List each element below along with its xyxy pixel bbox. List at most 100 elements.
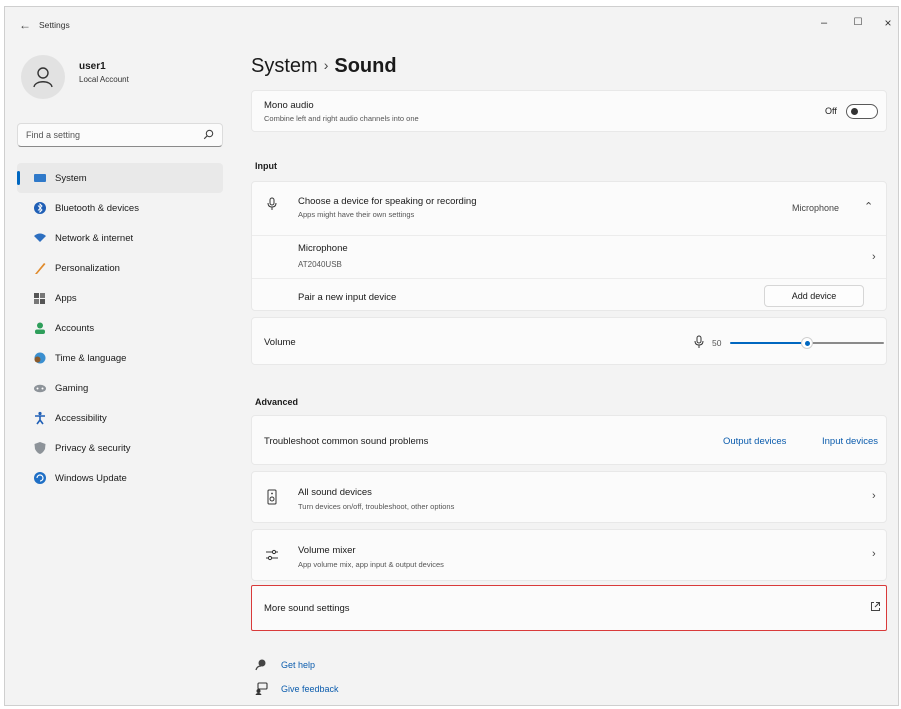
chevron-up-icon[interactable]: ⌃ — [864, 200, 873, 213]
title-bar: ← Settings – ☐ × — [5, 7, 898, 41]
page-title: System › Sound — [251, 55, 397, 78]
chevron-right-icon[interactable]: › — [872, 548, 876, 560]
input-device-name[interactable]: Microphone — [298, 243, 348, 254]
sidebar-item-network[interactable]: Network & internet — [17, 223, 223, 253]
sidebar-item-time-language[interactable]: Time & language — [17, 343, 223, 373]
speaker-device-icon — [267, 489, 277, 505]
breadcrumb-current: Sound — [334, 55, 397, 77]
sidebar-item-personalization[interactable]: Personalization — [17, 253, 223, 283]
volume-value: 50 — [712, 338, 722, 348]
app-title: Settings — [39, 20, 70, 30]
maximize-button[interactable]: ☐ — [844, 13, 872, 33]
selected-input-device[interactable]: Microphone — [792, 203, 839, 213]
close-button[interactable]: × — [874, 13, 898, 33]
input-device-card: Choose a device for speaking or recordin… — [251, 181, 887, 311]
give-feedback-label: Give feedback — [281, 684, 339, 694]
microphone-icon — [267, 197, 277, 210]
troubleshoot-label: Troubleshoot common sound problems — [264, 436, 429, 447]
settings-window: ← Settings – ☐ × user1 Local Account Fin… — [4, 6, 899, 706]
chevron-right-icon[interactable]: › — [872, 490, 876, 502]
sidebar-item-privacy[interactable]: Privacy & security — [17, 433, 223, 463]
sidebar-item-label: Accessibility — [55, 413, 107, 424]
external-link-icon — [871, 602, 880, 611]
person-icon — [33, 67, 53, 88]
gamepad-icon — [34, 384, 46, 393]
update-icon — [34, 472, 46, 484]
sidebar-item-system[interactable]: System — [17, 163, 223, 193]
help-person-icon — [255, 659, 266, 671]
minimize-button[interactable]: – — [810, 13, 838, 33]
get-help-label: Get help — [281, 660, 316, 670]
accessibility-icon — [35, 411, 45, 425]
bluetooth-icon — [34, 202, 46, 214]
microphone-icon[interactable] — [694, 335, 704, 349]
sidebar-item-label: System — [55, 173, 87, 184]
troubleshoot-card: Troubleshoot common sound problems Outpu… — [251, 415, 887, 465]
active-indicator — [17, 171, 20, 185]
apps-icon — [34, 293, 45, 304]
all-sound-devices-card[interactable]: All sound devices Turn devices on/off, t… — [251, 471, 887, 523]
accounts-icon — [35, 322, 45, 334]
all-devices-subtitle: Turn devices on/off, troubleshoot, other… — [298, 502, 455, 511]
back-arrow-icon[interactable]: ← — [19, 18, 31, 32]
mono-audio-toggle[interactable] — [846, 104, 878, 119]
input-volume-card: Volume 50 — [251, 317, 887, 365]
sidebar-item-label: Network & internet — [55, 233, 134, 244]
toggle-state-label: Off — [825, 106, 837, 116]
sidebar-item-accounts[interactable]: Accounts — [17, 313, 223, 343]
sidebar-item-label: Windows Update — [55, 473, 127, 484]
chevron-right-icon[interactable]: › — [872, 251, 876, 263]
toggle-knob — [851, 108, 858, 115]
sidebar-item-apps[interactable]: Apps — [17, 283, 223, 313]
search-input[interactable]: Find a setting — [17, 123, 223, 147]
sidebar-item-label: Apps — [55, 293, 77, 304]
divider — [252, 235, 886, 236]
breadcrumb-parent[interactable]: System — [251, 55, 318, 77]
wifi-icon — [34, 233, 46, 242]
output-devices-link[interactable]: Output devices — [723, 436, 786, 447]
volume-slider-filled[interactable] — [730, 342, 807, 344]
all-devices-title: All sound devices — [298, 487, 372, 498]
sidebar-item-label: Privacy & security — [55, 443, 131, 454]
search-icon — [203, 129, 214, 140]
brush-icon — [35, 263, 46, 274]
sidebar-item-bluetooth[interactable]: Bluetooth & devices — [17, 193, 223, 223]
more-sound-settings-label: More sound settings — [264, 603, 350, 614]
mixer-subtitle: App volume mix, app input & output devic… — [298, 560, 444, 569]
sidebar-item-label: Accounts — [55, 323, 95, 334]
volume-slider-track[interactable] — [807, 342, 884, 344]
pair-device-label: Pair a new input device — [298, 292, 397, 303]
globe-clock-icon — [34, 352, 46, 364]
more-sound-settings-card[interactable]: More sound settings — [251, 585, 887, 631]
sidebar-item-accessibility[interactable]: Accessibility — [17, 403, 223, 433]
sidebar-item-label: Personalization — [55, 263, 120, 274]
feedback-icon — [255, 682, 268, 695]
volume-mixer-card[interactable]: Volume mixer App volume mix, app input &… — [251, 529, 887, 581]
divider — [252, 278, 886, 279]
advanced-section-title: Advanced — [255, 397, 299, 407]
choose-device-title: Choose a device for speaking or recordin… — [298, 196, 477, 207]
input-section-title: Input — [255, 161, 277, 171]
volume-label: Volume — [264, 337, 296, 348]
mono-audio-title: Mono audio — [264, 100, 314, 111]
choose-device-subtitle: Apps might have their own settings — [298, 210, 415, 219]
system-icon — [34, 174, 46, 182]
user-name: user1 — [79, 61, 106, 72]
sidebar-item-windows-update[interactable]: Windows Update — [17, 463, 223, 493]
sidebar-nav: System Bluetooth & devices Network & int… — [17, 163, 223, 493]
avatar — [21, 55, 65, 99]
add-device-button[interactable]: Add device — [764, 285, 864, 307]
shield-icon — [34, 442, 46, 454]
breadcrumb-separator: › — [323, 57, 329, 73]
input-device-model: AT2040USB — [298, 260, 342, 269]
volume-slider-thumb[interactable] — [801, 337, 813, 349]
sidebar-item-gaming[interactable]: Gaming — [17, 373, 223, 403]
input-devices-link[interactable]: Input devices — [822, 436, 878, 447]
sidebar-item-label: Bluetooth & devices — [55, 203, 139, 214]
search-placeholder: Find a setting — [26, 130, 81, 140]
sidebar-item-label: Time & language — [55, 353, 127, 364]
account-type: Local Account — [79, 75, 129, 84]
mono-audio-subtitle: Combine left and right audio channels in… — [264, 114, 419, 123]
sidebar-item-label: Gaming — [55, 383, 89, 394]
mixer-title: Volume mixer — [298, 545, 356, 556]
